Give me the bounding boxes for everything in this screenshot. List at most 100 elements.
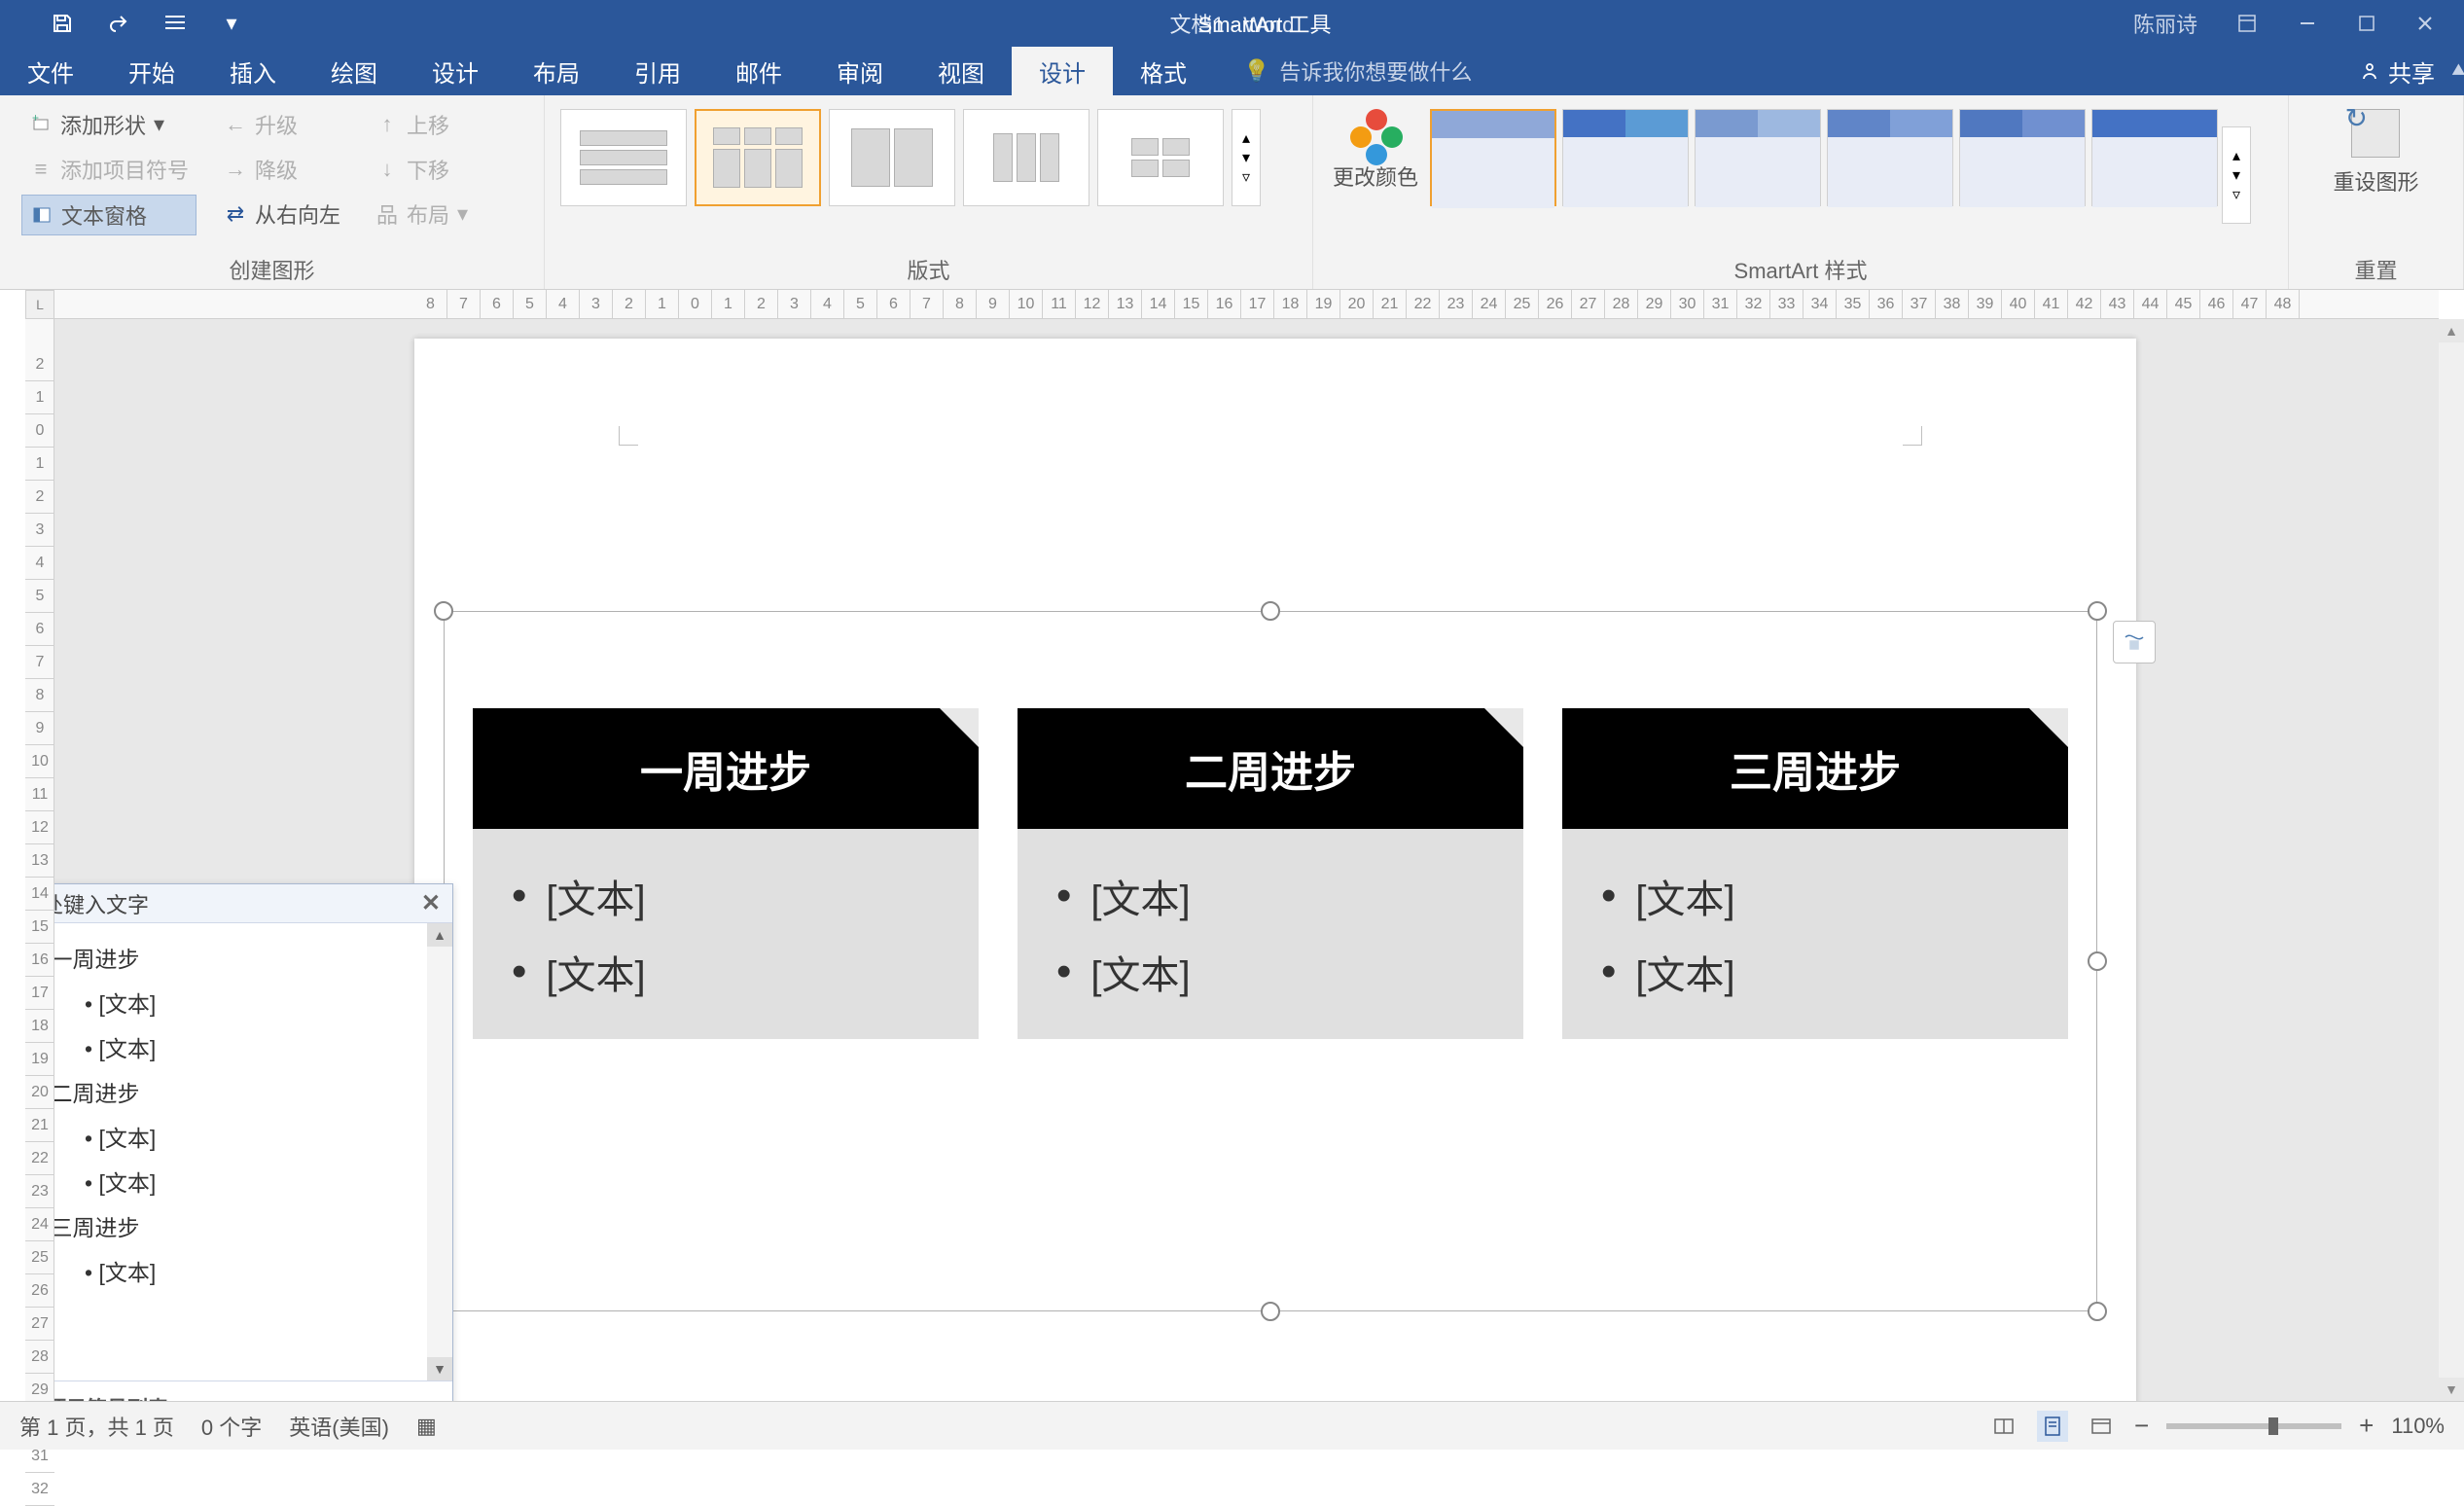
collapse-ribbon-icon[interactable]: ⯅ [2449,57,2464,85]
add-shape-button[interactable]: +添加形状 ▾ [21,105,196,144]
style-thumb-3[interactable] [1695,109,1821,206]
layout-options-button[interactable] [2113,621,2156,663]
layout-thumb-2[interactable] [695,109,821,206]
text-pane-item[interactable]: • [文本] [54,1114,433,1159]
share-button[interactable]: 共享 [2359,54,2435,89]
tab-mailings[interactable]: 邮件 [708,47,809,95]
style-thumb-5[interactable] [1959,109,2086,206]
tab-layout[interactable]: 布局 [506,47,607,95]
smartart-bullet[interactable]: [文本] [512,858,940,934]
scroll-up-icon[interactable]: ▲ [427,923,452,947]
text-pane-item[interactable]: • [文本] [54,1024,433,1069]
bullet-icon: ≡ [29,158,53,181]
vertical-scrollbar[interactable]: ▲ ▼ [2439,319,2464,1401]
maximize-icon[interactable] [2357,14,2376,33]
style-gallery [1426,101,2222,214]
style-thumb-2[interactable] [1562,109,1689,206]
smartart-card-body[interactable]: [文本][文本] [1018,829,1523,1039]
layout-thumb-1[interactable] [560,109,687,206]
minimize-icon[interactable] [2297,13,2318,34]
zoom-slider-thumb[interactable] [2268,1417,2278,1435]
smartart-bullet[interactable]: [文本] [1056,858,1484,934]
text-pane-item[interactable]: • 一周进步 [54,935,433,980]
resize-handle-tm[interactable] [1261,601,1280,621]
smartart-card[interactable]: 一周进步[文本][文本] [473,708,979,1039]
read-mode-icon[interactable] [1988,1411,2019,1442]
style-gallery-more[interactable]: ▴▾▿ [2222,126,2251,224]
text-pane-item[interactable]: • 三周进步 [54,1203,433,1248]
scroll-down-icon[interactable]: ▼ [427,1357,452,1380]
save-icon[interactable] [49,10,76,37]
tab-design[interactable]: 设计 [405,47,506,95]
tab-smartart-format[interactable]: 格式 [1113,47,1214,95]
resize-handle-mr[interactable] [2088,951,2107,971]
macro-icon[interactable]: ▦ [416,1414,437,1439]
scroll-down-button[interactable]: ▼ [2439,1378,2464,1401]
text-pane-body[interactable]: • 一周进步• [文本]• [文本]• 二周进步• [文本]• [文本]• 三周… [54,923,452,1380]
text-pane-item[interactable]: • 二周进步 [54,1069,433,1114]
tab-home[interactable]: 开始 [101,47,202,95]
redo-icon[interactable] [105,10,132,37]
tab-references[interactable]: 引用 [607,47,708,95]
page-indicator[interactable]: 第 1 页，共 1 页 [19,1411,174,1442]
zoom-level[interactable]: 110% [2391,1414,2445,1439]
layout-thumb-5[interactable] [1097,109,1224,206]
smartart-bullet[interactable]: [文本] [1601,934,2029,1010]
page[interactable]: 一周进步[文本][文本]二周进步[文本][文本]三周进步[文本][文本] 在此处… [414,339,2136,1401]
print-layout-icon[interactable] [2037,1411,2068,1442]
style-thumb-6[interactable] [2091,109,2218,206]
tell-me-search[interactable]: 💡 告诉我你想要做什么 [1243,55,1472,87]
smartart-bullet[interactable]: [文本] [1601,858,2029,934]
text-pane-item[interactable]: • [文本] [54,1159,433,1203]
layout-thumb-4[interactable] [963,109,1089,206]
smartart-card-title[interactable]: 三周进步 [1562,708,2068,829]
document-area[interactable]: 一周进步[文本][文本]二周进步[文本][文本]三周进步[文本][文本] 在此处… [54,319,2439,1401]
text-pane-scrollbar[interactable]: ▲ ▼ [427,923,452,1380]
resize-handle-br[interactable] [2088,1302,2107,1321]
smartart-card[interactable]: 二周进步[文本][文本] [1018,708,1523,1039]
tab-review[interactable]: 审阅 [809,47,911,95]
smartart-card-title[interactable]: 一周进步 [473,708,979,829]
smartart-card-body[interactable]: [文本][文本] [1562,829,2068,1039]
style-thumb-1[interactable] [1430,109,1556,206]
language-indicator[interactable]: 英语(美国) [289,1411,389,1442]
tab-smartart-design[interactable]: 设计 [1012,47,1113,95]
rtl-button[interactable]: ⇄从右向左 [216,195,348,233]
tab-draw[interactable]: 绘图 [304,47,405,95]
change-colors-button[interactable]: 更改颜色 [1325,101,1426,199]
vertical-ruler[interactable]: 2101234567891011121314151617181920212223… [25,319,54,1401]
smartart-bullet[interactable]: [文本] [1056,934,1484,1010]
qat-customize-icon[interactable]: ▾ [218,10,245,37]
text-pane-button[interactable]: 文本窗格 [21,195,196,235]
resize-handle-tl[interactable] [434,601,453,621]
tab-insert[interactable]: 插入 [202,47,304,95]
list-icon[interactable] [161,10,189,37]
smartart-content: 一周进步[文本][文本]二周进步[文本][文本]三周进步[文本][文本] [473,708,2068,1039]
move-down-button: ↓下移 [368,150,476,189]
close-icon[interactable] [2415,14,2435,33]
ribbon-display-icon[interactable] [2236,13,2258,34]
layout-gallery-more[interactable]: ▴▾▿ [1232,109,1261,206]
smartart-card-title[interactable]: 二周进步 [1018,708,1523,829]
word-count[interactable]: 0 个字 [201,1411,262,1442]
tab-file[interactable]: 文件 [0,47,101,95]
text-pane-close-icon[interactable]: ✕ [421,889,441,917]
reset-graphic-button[interactable]: ↻ 重设图形 [2313,101,2438,204]
zoom-in-button[interactable]: + [2359,1411,2374,1441]
smartart-card[interactable]: 三周进步[文本][文本] [1562,708,2068,1039]
zoom-slider[interactable] [2166,1423,2341,1429]
resize-handle-tr[interactable] [2088,601,2107,621]
smartart-bullet[interactable]: [文本] [512,934,940,1010]
scroll-up-button[interactable]: ▲ [2439,319,2464,342]
horizontal-ruler[interactable]: 8765432101234567891011121314151617181920… [54,290,2439,319]
style-thumb-4[interactable] [1827,109,1953,206]
zoom-out-button[interactable]: − [2134,1411,2149,1441]
smartart-card-body[interactable]: [文本][文本] [473,829,979,1039]
smartart-object[interactable]: 一周进步[文本][文本]二周进步[文本][文本]三周进步[文本][文本] 在此处… [444,611,2097,1311]
layout-thumb-3[interactable] [829,109,955,206]
text-pane-item[interactable]: • [文本] [54,1248,433,1293]
resize-handle-bm[interactable] [1261,1302,1280,1321]
tab-view[interactable]: 视图 [911,47,1012,95]
web-layout-icon[interactable] [2086,1411,2117,1442]
text-pane-item[interactable]: • [文本] [54,980,433,1024]
